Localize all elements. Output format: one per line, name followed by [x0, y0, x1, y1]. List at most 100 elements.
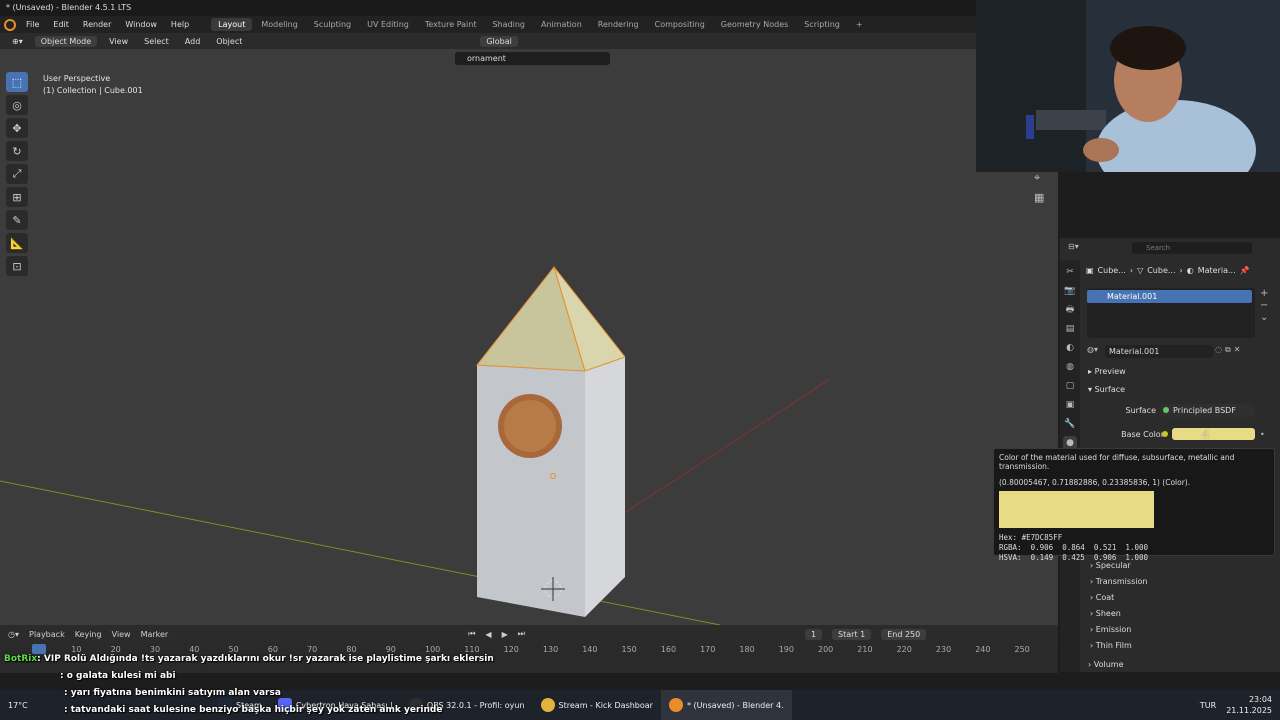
menu-marker[interactable]: Marker [141, 630, 169, 639]
properties-search-input[interactable]: Search [1132, 242, 1252, 254]
timeline-header: ◷▾ Playback Keying View Marker ⏮ ◀ ▶ ⏭ 1… [0, 625, 1058, 643]
menu-select[interactable]: Select [140, 36, 173, 47]
tab-modeling[interactable]: Modeling [254, 18, 304, 31]
current-frame-field[interactable]: 1 [804, 628, 823, 640]
end-frame-field[interactable]: End 250 [881, 628, 927, 640]
measure-tool-icon[interactable]: 📐 [6, 233, 28, 253]
subpanel-sheen[interactable]: › Sheen [1090, 607, 1270, 621]
world-tab-icon[interactable]: ◍ [1063, 360, 1077, 374]
tab-sculpting[interactable]: Sculpting [307, 18, 358, 31]
timeline-editor-icon[interactable]: ◷▾ [8, 630, 19, 639]
subpanel-thin-film[interactable]: › Thin Film [1090, 639, 1270, 653]
blender-logo-icon[interactable] [4, 18, 16, 31]
slot-menu-icon[interactable]: ⌄ [1260, 312, 1268, 324]
menu-view-timeline[interactable]: View [112, 630, 131, 639]
subpanel-emission[interactable]: › Emission [1090, 623, 1270, 637]
surface-shader-field[interactable]: Principled BSDF [1160, 404, 1255, 417]
play-icon[interactable]: ▶ [502, 630, 508, 639]
camera-view-icon[interactable]: ⌖ [1034, 171, 1040, 185]
preview-panel-header[interactable]: ▸ Preview [1088, 365, 1274, 379]
menu-window[interactable]: Window [119, 18, 163, 31]
transform-orientation-dropdown[interactable]: Global [480, 35, 518, 47]
mesh-breadcrumb-icon: ▣ [1086, 265, 1094, 275]
3d-viewport[interactable]: ornament ⬚ ◎ ✥ ↻ ⤢ ⊞ ✎ 📐 ⊡ User Perspect… [0, 49, 1058, 625]
jump-start-icon[interactable]: ⏮ [468, 629, 475, 639]
unlink-material-icon[interactable]: ✕ [1234, 345, 1244, 354]
timeline-tick-label: 200 [818, 645, 834, 654]
blender-label: * (Unsaved) - Blender 4. [686, 700, 784, 710]
object-tab-icon[interactable]: ▣ [1063, 398, 1077, 412]
tab-rendering[interactable]: Rendering [591, 18, 646, 31]
grid-view-icon[interactable]: ▦ [1034, 191, 1044, 204]
base-color-swatch[interactable] [1172, 428, 1255, 440]
menu-view[interactable]: View [105, 36, 132, 47]
add-cube-tool-icon[interactable]: ⊡ [6, 256, 28, 276]
add-workspace-icon[interactable]: + [849, 18, 870, 31]
tab-texture-paint[interactable]: Texture Paint [418, 18, 484, 31]
volume-label: Volume [1093, 660, 1124, 669]
chat-text: : yarı fiyatına benimkini satıyım alan v… [64, 688, 281, 698]
menu-playback[interactable]: Playback [29, 630, 65, 639]
menu-edit[interactable]: Edit [47, 18, 75, 31]
duplicate-material-icon[interactable]: ⧉ [1225, 345, 1234, 354]
timeline-tick-label: 190 [778, 645, 794, 654]
surface-panel-header[interactable]: ▾ Surface [1088, 383, 1274, 397]
tab-animation[interactable]: Animation [534, 18, 589, 31]
chat-username: BotRix [4, 654, 38, 664]
tooltip-hex: Hex: #E7DC85FF [999, 533, 1063, 542]
remove-slot-icon[interactable]: − [1260, 300, 1268, 312]
material-actions: ◌⧉✕ [1215, 345, 1243, 355]
tab-shading[interactable]: Shading [485, 18, 532, 31]
tab-layout[interactable]: Layout [211, 18, 253, 31]
outliner-filter-input[interactable]: ornament [455, 52, 610, 65]
view-layer-tab-icon[interactable]: ▤ [1063, 322, 1077, 336]
timeline-tick-label: 220 [896, 645, 912, 654]
pin-icon[interactable]: 📌 [1240, 266, 1250, 275]
menu-object[interactable]: Object [212, 36, 246, 47]
subpanel-coat[interactable]: › Coat [1090, 591, 1270, 605]
material-name-field[interactable]: Material.001 [1105, 345, 1213, 358]
tab-geometry-nodes[interactable]: Geometry Nodes [714, 18, 795, 31]
output-tab-icon[interactable]: 🖶 [1063, 303, 1077, 317]
breadcrumb-mesh: Cube... [1147, 265, 1176, 275]
properties-editor-type-icon[interactable]: ⊟▾ [1068, 242, 1079, 251]
roof-front-face [476, 265, 586, 372]
jump-end-icon[interactable]: ⏭ [518, 629, 525, 639]
tab-compositing[interactable]: Compositing [648, 18, 712, 31]
select-box-tool-icon[interactable]: ⬚ [6, 72, 28, 92]
render-tab-icon[interactable]: 📷 [1063, 284, 1077, 298]
material-slot-item[interactable]: Material.001 [1087, 290, 1252, 303]
editor-type-icon[interactable]: ⊕▾ [8, 36, 27, 47]
transform-tool-icon[interactable]: ⊞ [6, 187, 28, 207]
play-reverse-icon[interactable]: ◀ [485, 630, 491, 639]
volume-panel-header[interactable]: › Volume [1088, 658, 1274, 672]
subpanel-transmission[interactable]: › Transmission [1090, 575, 1270, 589]
scene-tab-icon[interactable]: ◐ [1063, 341, 1077, 355]
collection-label: (1) Collection | Cube.001 [43, 86, 143, 95]
keyframe-dot-icon[interactable]: • [1260, 430, 1265, 439]
menu-render[interactable]: Render [77, 18, 117, 31]
menu-keying[interactable]: Keying [75, 630, 102, 639]
start-frame-field[interactable]: Start 1 [832, 628, 872, 640]
mode-dropdown[interactable]: Object Mode [34, 35, 98, 47]
add-slot-icon[interactable]: + [1260, 288, 1268, 300]
menu-file[interactable]: File [20, 18, 45, 31]
tool-tab-icon[interactable]: ✂ [1063, 265, 1077, 279]
tooltip-python: (0.80005467, 0.71882886, 0.23385836, 1) … [999, 478, 1191, 487]
collection-tab-icon[interactable]: ▢ [1063, 379, 1077, 393]
material-browse-icon[interactable]: ◍▾ [1087, 345, 1098, 354]
clock[interactable]: 23:04 21.11.2025 [1226, 694, 1272, 716]
language-indicator[interactable]: TUR [1200, 701, 1216, 710]
menu-help[interactable]: Help [165, 18, 195, 31]
rotate-tool-icon[interactable]: ↻ [6, 141, 28, 161]
scale-tool-icon[interactable]: ⤢ [6, 164, 28, 184]
annotate-tool-icon[interactable]: ✎ [6, 210, 28, 230]
base-color-tooltip: Color of the material used for diffuse, … [993, 448, 1275, 562]
modifier-tab-icon[interactable]: 🔧 [1063, 417, 1077, 431]
menu-add[interactable]: Add [181, 36, 205, 47]
tab-scripting[interactable]: Scripting [797, 18, 847, 31]
tab-uv-editing[interactable]: UV Editing [360, 18, 416, 31]
fake-user-icon[interactable]: ◌ [1215, 345, 1225, 354]
cursor-tool-icon[interactable]: ◎ [6, 95, 28, 115]
move-tool-icon[interactable]: ✥ [6, 118, 28, 138]
